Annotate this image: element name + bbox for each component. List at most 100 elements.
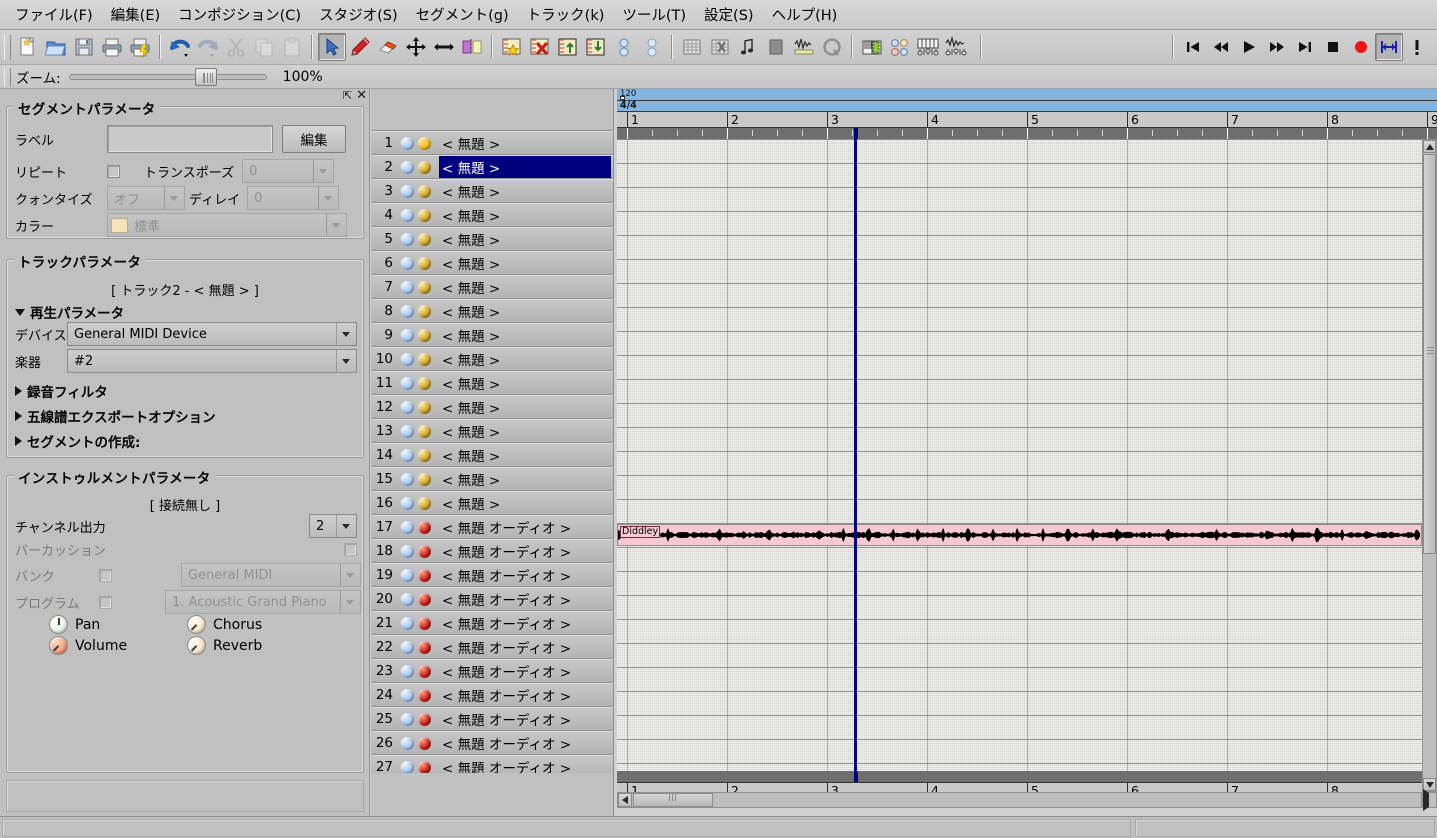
track-mute-led[interactable] [401,568,414,582]
track-row[interactable]: 22 < 無題 オーディオ > [371,635,614,659]
new-icon[interactable] [14,33,42,61]
program-combo[interactable]: 1. Acoustic Grand Piano [165,590,361,614]
menu-edit[interactable]: 編集(E) [102,1,169,28]
track-label[interactable]: < 無題 > [439,444,611,466]
track-record-led[interactable] [418,256,431,270]
rewind-to-start-icon[interactable] [1179,33,1207,61]
menu-settings[interactable]: 設定(S) [695,1,763,28]
track-mute-led[interactable] [401,496,414,510]
quantize-combo[interactable]: オフ [107,186,185,210]
track-label[interactable]: < 無題 オーディオ > [439,588,611,610]
track-mute-led[interactable] [401,664,414,678]
staff-export-expander[interactable]: 五線譜エクスポートオプション [15,406,216,426]
pan-control[interactable]: Pan [49,615,100,634]
menu-track[interactable]: トラック(k) [518,1,614,28]
track-label[interactable]: < 無題 オーディオ > [439,756,611,773]
track-label[interactable]: < 無題 > [439,468,611,490]
track-row[interactable]: 24 < 無題 オーディオ > [371,683,614,707]
chevron-down-icon[interactable] [340,564,358,586]
resize-icon[interactable] [430,33,458,61]
track-mute-led[interactable] [401,424,414,438]
track-label[interactable]: < 無題 オーディオ > [439,708,611,730]
track-mute-led[interactable] [401,352,414,366]
track-mute-led[interactable] [401,712,414,726]
track-label[interactable]: < 無題 > [439,492,611,514]
segment-label-input[interactable] [107,125,273,153]
menu-help[interactable]: ヘルプ(H) [763,1,847,28]
move-icon[interactable] [402,33,430,61]
record-filter-expander[interactable]: 録音フィルタ [15,381,108,401]
percussion-checkbox[interactable] [344,543,357,556]
track-row[interactable]: 1 < 無題 > [371,131,614,155]
percussion-matrix-icon[interactable] [706,33,734,61]
track-label[interactable]: < 無題 オーディオ > [439,540,611,562]
track-mute-led[interactable] [401,592,414,606]
reverb-control[interactable]: Reverb [187,636,262,655]
instrument-combo[interactable]: #2 [67,349,357,373]
track-record-led[interactable] [418,304,431,318]
track-record-led[interactable] [418,736,431,750]
track-label[interactable]: < 無題 オーディオ > [439,564,611,586]
split-icon[interactable] [458,33,486,61]
manage-midi-devices-icon[interactable] [914,33,942,61]
track-record-led[interactable] [418,376,431,390]
playhead[interactable] [854,139,857,771]
midi-mixer-icon[interactable] [858,33,886,61]
track-mute-led[interactable] [401,544,414,558]
track-row[interactable]: 10 < 無題 > [371,347,614,371]
track-label[interactable]: < 無題 オーディオ > [439,636,611,658]
pan-knob-icon[interactable] [49,615,68,634]
track-row[interactable]: 2 < 無題 > [371,155,614,179]
copy-icon[interactable] [250,33,278,61]
track-record-led[interactable] [418,760,431,773]
volume-knob-icon[interactable] [49,636,68,655]
track-label[interactable]: < 無題 > [439,252,611,274]
play-icon[interactable] [1235,33,1263,61]
playhead-marker[interactable] [854,128,858,139]
track-row[interactable]: 6 < 無題 > [371,251,614,275]
open-icon[interactable] [42,33,70,61]
hscroll-thumb[interactable] [633,793,713,807]
track-label[interactable]: < 無題 オーディオ > [439,732,611,754]
menu-file[interactable]: ファイル(F) [6,1,102,28]
track-mute-led[interactable] [401,688,414,702]
track-label[interactable]: < 無題 > [439,132,611,154]
chorus-knob-icon[interactable] [187,615,206,634]
track-row[interactable]: 21 < 無題 オーディオ > [371,611,614,635]
track-mute-led[interactable] [401,232,414,246]
toolbar-grip[interactable] [4,34,11,60]
track-row[interactable]: 17 < 無題 オーディオ > [371,515,614,539]
track-row[interactable]: 20 < 無題 オーディオ > [371,587,614,611]
volume-control[interactable]: Volume [49,636,127,655]
menu-studio[interactable]: スタジオ(S) [310,1,407,28]
stop-icon[interactable] [1319,33,1347,61]
audio-editor-icon[interactable] [790,33,818,61]
track-record-led[interactable] [418,424,431,438]
track-record-led[interactable] [418,280,431,294]
track-label[interactable]: < 無題 > [439,300,611,322]
hide-markers-icon[interactable] [638,33,666,61]
redo-icon[interactable] [194,33,222,61]
save-icon[interactable] [70,33,98,61]
panic-icon[interactable] [1403,33,1431,61]
track-row[interactable]: 16 < 無題 > [371,491,614,515]
chevron-down-icon[interactable] [326,214,344,236]
undo-icon[interactable] [166,33,194,61]
menu-composition[interactable]: コンポジション(C) [169,1,310,28]
fast-forward-icon[interactable] [1263,33,1291,61]
track-row[interactable]: 4 < 無題 > [371,203,614,227]
track-row[interactable]: 12 < 無題 > [371,395,614,419]
track-mute-led[interactable] [401,376,414,390]
edit-button[interactable]: 編集 [282,125,346,153]
chevron-down-icon[interactable] [313,160,331,182]
show-markers-icon[interactable] [610,33,638,61]
track-row[interactable]: 11 < 無題 > [371,371,614,395]
track-label[interactable]: < 無題 > [439,372,611,394]
track-mute-led[interactable] [401,616,414,630]
track-record-led[interactable] [418,712,431,726]
track-row[interactable]: 5 < 無題 > [371,227,614,251]
track-record-led[interactable] [418,544,431,558]
track-mute-led[interactable] [401,520,414,534]
track-label[interactable]: < 無題 > [439,228,611,250]
track-row[interactable]: 27 < 無題 オーディオ > [371,755,614,773]
